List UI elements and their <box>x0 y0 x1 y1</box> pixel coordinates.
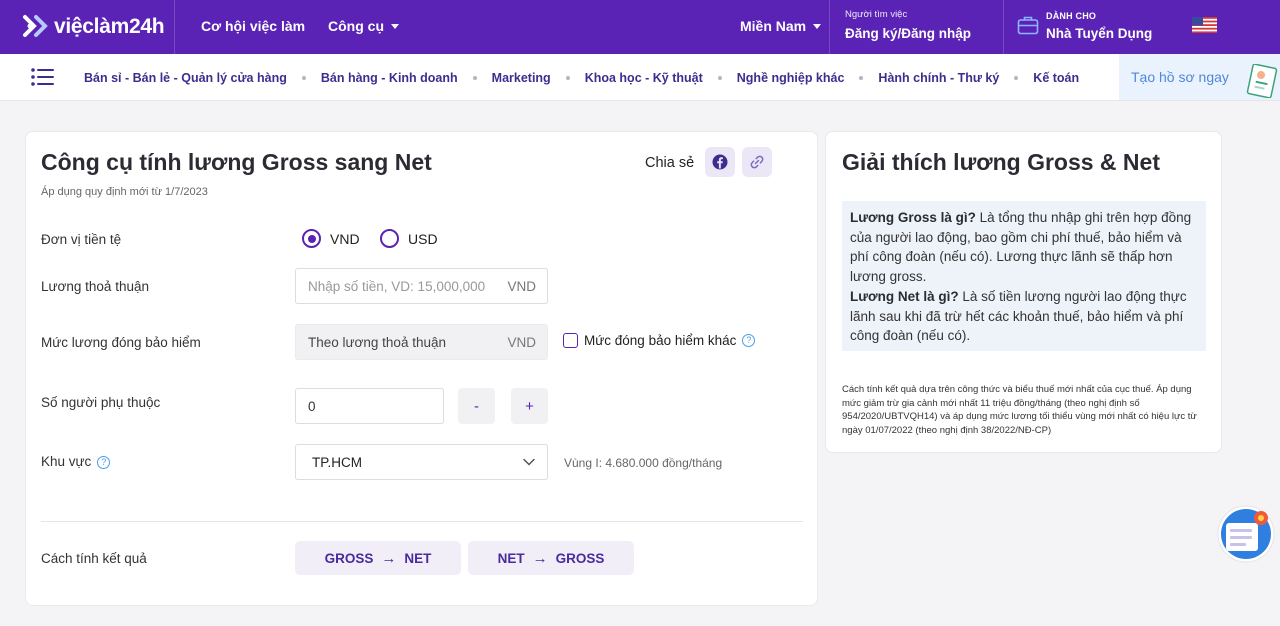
calculator-title: Công cụ tính lương Gross sang Net <box>41 149 432 175</box>
caret-down-icon <box>391 23 399 29</box>
divider <box>1003 0 1004 54</box>
insurance-currency-suffix: VND <box>507 334 536 350</box>
net-to-gross-to: GROSS <box>555 550 605 566</box>
category-list: Bán sỉ - Bán lẻ - Quản lý cửa hàng Bán h… <box>84 54 1079 101</box>
currency-option-label: USD <box>408 230 438 247</box>
separator-dot <box>472 75 477 80</box>
employer-label: Nhà Tuyển Dụng <box>1046 26 1153 41</box>
seeker-login-link[interactable]: Đăng ký/Đăng nhập <box>845 26 971 41</box>
explanation-title: Giải thích lương Gross & Net <box>842 149 1160 175</box>
nav-region-label: Miền Nam <box>740 18 807 34</box>
dependents-field <box>295 388 444 424</box>
gross-question: Lương Gross là gì? <box>850 210 976 225</box>
category-other[interactable]: Nghề nghiệp khác <box>737 71 845 85</box>
create-profile-button[interactable]: Tạo hồ sơ ngay <box>1119 54 1280 100</box>
nav-region-dropdown[interactable]: Miền Nam <box>740 18 822 34</box>
nav-tools-label: Công cụ <box>328 18 384 34</box>
gross-to-net-from: GROSS <box>324 550 374 566</box>
top-navbar: việclàm24h Cơ hội việc làm Công cụ Miền … <box>0 0 1280 54</box>
calculation-note: Cách tính kết quả dựa trên công thức và … <box>842 384 1197 436</box>
category-marketing[interactable]: Marketing <box>492 71 551 85</box>
logo-text: việclàm24h <box>54 15 165 38</box>
employer-link[interactable]: DÀNH CHO Nhà Tuyển Dụng <box>1046 11 1152 41</box>
category-bar: Bán sỉ - Bán lẻ - Quản lý cửa hàng Bán h… <box>0 54 1280 101</box>
dependents-decrement-button[interactable]: - <box>458 388 495 424</box>
currency-label: Đơn vị tiền tệ <box>41 232 122 247</box>
dependents-input[interactable] <box>296 389 443 423</box>
separator-dot <box>565 75 570 80</box>
region-label: Khu vực? <box>41 454 111 469</box>
arrow-right-icon: → <box>532 549 548 567</box>
category-retail[interactable]: Bán sỉ - Bán lẻ - Quản lý cửa hàng <box>84 71 287 85</box>
insurance-salary-field: Theo lương thoả thuận VND <box>295 324 548 360</box>
caret-down-icon <box>813 23 822 29</box>
checkbox-unchecked-icon <box>563 333 578 348</box>
gross-to-net-to: NET <box>404 550 432 566</box>
region-minimum-wage-note: Vùng I: 4.680.000 đồng/tháng <box>564 456 723 470</box>
logo-mark-icon <box>23 15 48 37</box>
separator-dot <box>859 75 864 80</box>
net-to-gross-button[interactable]: NET → GROSS <box>468 541 634 575</box>
explanation-box: Lương Gross là gì? Là tổng thu nhập ghi … <box>842 201 1206 351</box>
calculation-method-label: Cách tính kết quả <box>41 551 147 566</box>
share-facebook-button[interactable] <box>705 147 735 177</box>
category-science[interactable]: Khoa học - Kỹ thuật <box>585 71 703 85</box>
dependents-label: Số người phụ thuộc <box>41 395 161 410</box>
help-icon[interactable]: ? <box>742 334 756 347</box>
gross-to-net-button[interactable]: GROSS → NET <box>295 541 461 575</box>
other-insurance-checkbox[interactable]: Mức đóng bảo hiểm khác ? <box>563 333 756 348</box>
arrow-right-icon: → <box>381 549 397 567</box>
category-admin[interactable]: Hành chính - Thư ký <box>878 71 999 85</box>
category-sales[interactable]: Bán hàng - Kinh doanh <box>321 71 458 85</box>
salary-currency-suffix: VND <box>507 278 536 294</box>
net-to-gross-from: NET <box>497 550 525 566</box>
gross-net-calculator-card: Công cụ tính lương Gross sang Net Áp dụn… <box>25 131 818 606</box>
briefcase-icon <box>1017 16 1039 35</box>
share-label: Chia sẻ <box>645 155 695 171</box>
facebook-icon <box>712 154 728 170</box>
explanation-card: Giải thích lương Gross & Net Lương Gross… <box>825 131 1222 453</box>
nav-job-opportunities[interactable]: Cơ hội việc làm <box>201 18 305 34</box>
salary-field: VND <box>295 268 548 304</box>
resume-illustration-icon <box>1246 64 1278 98</box>
region-select[interactable]: TP.HCM <box>295 444 548 480</box>
radio-checked-icon <box>302 229 321 248</box>
calculator-subtitle: Áp dụng quy định mới từ 1/7/2023 <box>41 186 208 198</box>
seeker-login[interactable]: Người tìm việc Đăng ký/Đăng nhập <box>845 9 971 41</box>
link-icon <box>750 155 764 169</box>
net-question: Lương Net là gì? <box>850 288 959 304</box>
chevron-down-icon <box>523 458 535 466</box>
seeker-caption: Người tìm việc <box>845 9 908 20</box>
region-selected-value: TP.HCM <box>312 454 363 470</box>
us-flag-icon[interactable] <box>1192 17 1217 33</box>
insurance-salary-value: Theo lương thoả thuận <box>308 334 446 350</box>
nav-tools-dropdown[interactable]: Công cụ <box>328 18 399 34</box>
chat-support-icon[interactable] <box>1217 505 1275 563</box>
category-accounting[interactable]: Kế toán <box>1033 71 1079 85</box>
currency-radio-vnd[interactable]: VND <box>302 229 360 248</box>
separator-dot <box>301 75 306 80</box>
menu-icon[interactable] <box>31 67 55 87</box>
other-insurance-label: Mức đóng bảo hiểm khác <box>584 333 737 348</box>
insurance-salary-label: Mức lương đóng bảo hiểm <box>41 335 201 350</box>
create-profile-label: Tạo hồ sơ ngay <box>1131 69 1229 85</box>
help-icon[interactable]: ? <box>97 455 111 469</box>
employer-caption: DÀNH CHO <box>1046 11 1097 21</box>
currency-option-label: VND <box>330 230 360 247</box>
currency-radio-usd[interactable]: USD <box>380 229 438 248</box>
divider <box>41 521 803 522</box>
region-label-text: Khu vực <box>41 454 92 469</box>
dependents-increment-button[interactable]: + <box>511 388 548 424</box>
separator-dot <box>1014 75 1019 80</box>
divider <box>829 0 830 54</box>
salary-input[interactable] <box>296 269 508 303</box>
separator-dot <box>717 75 722 80</box>
logo[interactable]: việclàm24h <box>0 0 175 54</box>
salary-label: Lương thoả thuận <box>41 279 149 294</box>
radio-unchecked-icon <box>380 229 399 248</box>
copy-link-button[interactable] <box>742 147 772 177</box>
